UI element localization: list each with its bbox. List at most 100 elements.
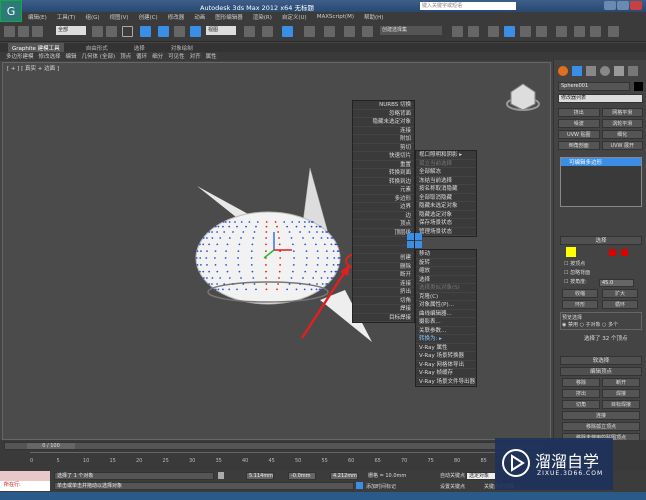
time-slider[interactable]: 0 / 100	[4, 442, 544, 450]
quad-menu-item[interactable]	[353, 237, 414, 246]
modifier-button[interactable]: 倒角剖面	[558, 141, 600, 150]
add-time-tag[interactable]: 添加时间标记	[366, 483, 396, 490]
time-slider-thumb[interactable]: 0 / 100	[27, 443, 75, 449]
quad-menu-item[interactable]: 重置	[353, 161, 414, 169]
quad-menu-item[interactable]: 挤出	[353, 288, 414, 297]
by-vertex-checkbox[interactable]: ☐ 按顶点	[564, 260, 590, 269]
quad-menu-item[interactable]: 断开	[353, 271, 414, 280]
quad-menu-item[interactable]: 对象属性(P)...	[416, 301, 476, 310]
key-selection-dropdown[interactable]: 选定对象	[466, 472, 496, 480]
quad-menu-item[interactable]: 隐藏选定对象	[416, 211, 476, 219]
app-logo-icon[interactable]: G	[0, 0, 22, 22]
quad-menu-item[interactable]: 快速切片	[353, 152, 414, 161]
ring-button[interactable]: 环形	[562, 300, 598, 309]
stack-item-editable-poly[interactable]: 可编辑多边形	[561, 158, 641, 166]
edit-vertex-button[interactable]: 切角	[562, 400, 600, 409]
quad-menu-item[interactable]: 顶层级	[353, 229, 414, 237]
quad-menu-item[interactable]: 转换为: ▸	[416, 335, 476, 344]
modifier-stack[interactable]: 可编辑多边形	[560, 157, 642, 207]
maxscript-listener[interactable]	[0, 471, 50, 481]
quad-menu-item[interactable]: 关联参数...	[416, 327, 476, 335]
quad-menu-item[interactable]: 边	[353, 212, 414, 220]
quad-menu-item[interactable]: NURBS 切换	[353, 101, 414, 110]
quad-menu-item[interactable]: 曲线编辑器...	[416, 310, 476, 318]
quad-menu-item[interactable]: 创建	[353, 254, 414, 263]
create-tab-icon[interactable]	[558, 66, 568, 76]
border-mode-icon[interactable]	[609, 249, 616, 256]
quad-menu-item[interactable]: 转换到边	[353, 178, 414, 186]
quad-menu-item[interactable]: 选择类似对象(S)	[416, 284, 476, 293]
quad-menu-item[interactable]: 切角	[353, 297, 414, 305]
modifier-list-dropdown[interactable]: 修改器列表	[558, 94, 643, 103]
modifier-button[interactable]: 噪波	[558, 119, 600, 128]
edit-vertices-rollout[interactable]: 编辑顶点	[560, 367, 642, 376]
quad-menu-item[interactable]: V-Ray 网格体导出	[416, 361, 476, 369]
preview-multi-radio[interactable]: ○ 多个	[602, 322, 618, 328]
modifier-button[interactable]: 涡轮平滑	[601, 119, 643, 128]
object-color-swatch[interactable]	[634, 82, 643, 91]
shrink-button[interactable]: 收缩	[562, 289, 598, 298]
quad-menu-item[interactable]: 旋转	[416, 259, 476, 267]
quad-menu-item[interactable]: 保存场景状态	[416, 219, 476, 228]
edit-vertex-button[interactable]: 移除	[562, 378, 600, 387]
edit-vertex-button[interactable]: 焊接	[602, 389, 640, 398]
edit-vertex-button[interactable]: 断开	[602, 378, 640, 387]
quad-menu-item[interactable]: V-Ray 属性	[416, 344, 476, 352]
vertex-mode-icon[interactable]	[566, 247, 576, 257]
quad-menu-item[interactable]: 选择	[416, 276, 476, 284]
preview-disabled-radio[interactable]: ◉ 禁用	[562, 322, 578, 328]
modifier-button[interactable]: 细化	[601, 130, 643, 139]
modifier-button[interactable]: UVW 展开	[601, 141, 643, 150]
quad-menu-item[interactable]: 冻结当前选择	[416, 177, 476, 185]
soft-selection-rollout[interactable]: 软选择	[560, 356, 642, 365]
edit-vertex-button[interactable]: 目标焊接	[602, 400, 640, 409]
modify-tab-icon[interactable]	[572, 66, 582, 76]
utilities-tab-icon[interactable]	[628, 66, 638, 76]
display-tab-icon[interactable]	[614, 66, 624, 76]
quad-menu-item[interactable]: 多边形	[353, 195, 414, 203]
preview-subobject-radio[interactable]: ○ 子对象	[580, 322, 601, 328]
hierarchy-tab-icon[interactable]	[586, 66, 596, 76]
set-key-button[interactable]: 设置关键点	[440, 483, 465, 490]
quad-menu-item[interactable]: 连接	[353, 280, 414, 288]
modifier-button[interactable]: 网格平滑	[601, 108, 643, 117]
z-coordinate-field[interactable]: 4.212mm	[330, 472, 358, 480]
quad-menu-item[interactable]: V-Ray 场景转换器	[416, 352, 476, 361]
time-tag-icon[interactable]	[356, 482, 363, 489]
quad-menu-item[interactable]: V-Ray 帧缓存	[416, 369, 476, 378]
quad-menu-item[interactable]: 删除	[353, 263, 414, 271]
lock-icon[interactable]	[218, 472, 224, 479]
edit-vertex-button[interactable]: 移除孤立顶点	[562, 422, 640, 431]
x-coordinate-field[interactable]: 5.114mm	[246, 472, 274, 480]
quad-menu-item[interactable]: 孤立当前选择	[416, 160, 476, 168]
y-coordinate-field[interactable]: -0.0mm	[288, 472, 316, 480]
quad-menu-item[interactable]: 焊接	[353, 305, 414, 314]
quad-menu-item[interactable]: 视口照明和阴影 ▸	[416, 151, 476, 160]
quad-menu-item[interactable]: V-Ray 场景文件导出器	[416, 378, 476, 386]
quad-menu-item[interactable]: 连接	[353, 127, 414, 135]
quad-menu-item[interactable]: 转换到面	[353, 169, 414, 178]
quad-menu-item[interactable]: 附加	[353, 135, 414, 144]
modifier-button[interactable]: UVW 贴图	[558, 130, 600, 139]
element-mode-icon[interactable]	[621, 249, 628, 256]
motion-tab-icon[interactable]	[600, 66, 610, 76]
loop-button[interactable]: 循环	[602, 300, 638, 309]
object-name-field[interactable]: Sphere001	[558, 82, 630, 91]
by-angle-checkbox[interactable]: ☐ 按角度:	[564, 278, 590, 287]
quad-menu-item[interactable]: 摄影表...	[416, 318, 476, 327]
quad-menu-item[interactable]: 全部取消隐藏	[416, 194, 476, 202]
angle-spinner[interactable]: 45.0	[599, 279, 634, 287]
edit-vertex-button[interactable]: 挤出	[562, 389, 600, 398]
auto-key-button[interactable]: 自动关键点	[440, 472, 465, 479]
selection-rollout[interactable]: 选择	[560, 236, 642, 245]
quad-menu-item[interactable]: 管理场景状态	[416, 228, 476, 236]
quad-menu-item[interactable]: 按名称取消隐藏	[416, 185, 476, 194]
quad-menu-item[interactable]: 顶点	[353, 220, 414, 229]
edit-vertex-button[interactable]: 连接	[562, 411, 640, 420]
quad-menu-item[interactable]: 忽略背面	[353, 110, 414, 118]
modifier-button[interactable]: 挤出	[558, 108, 600, 117]
quad-menu-item[interactable]: 剪切	[353, 144, 414, 152]
quad-menu-item[interactable]: 缩放	[416, 267, 476, 276]
quad-menu-item[interactable]: 目标焊接	[353, 314, 414, 322]
quad-menu-item[interactable]: 移动	[416, 250, 476, 259]
